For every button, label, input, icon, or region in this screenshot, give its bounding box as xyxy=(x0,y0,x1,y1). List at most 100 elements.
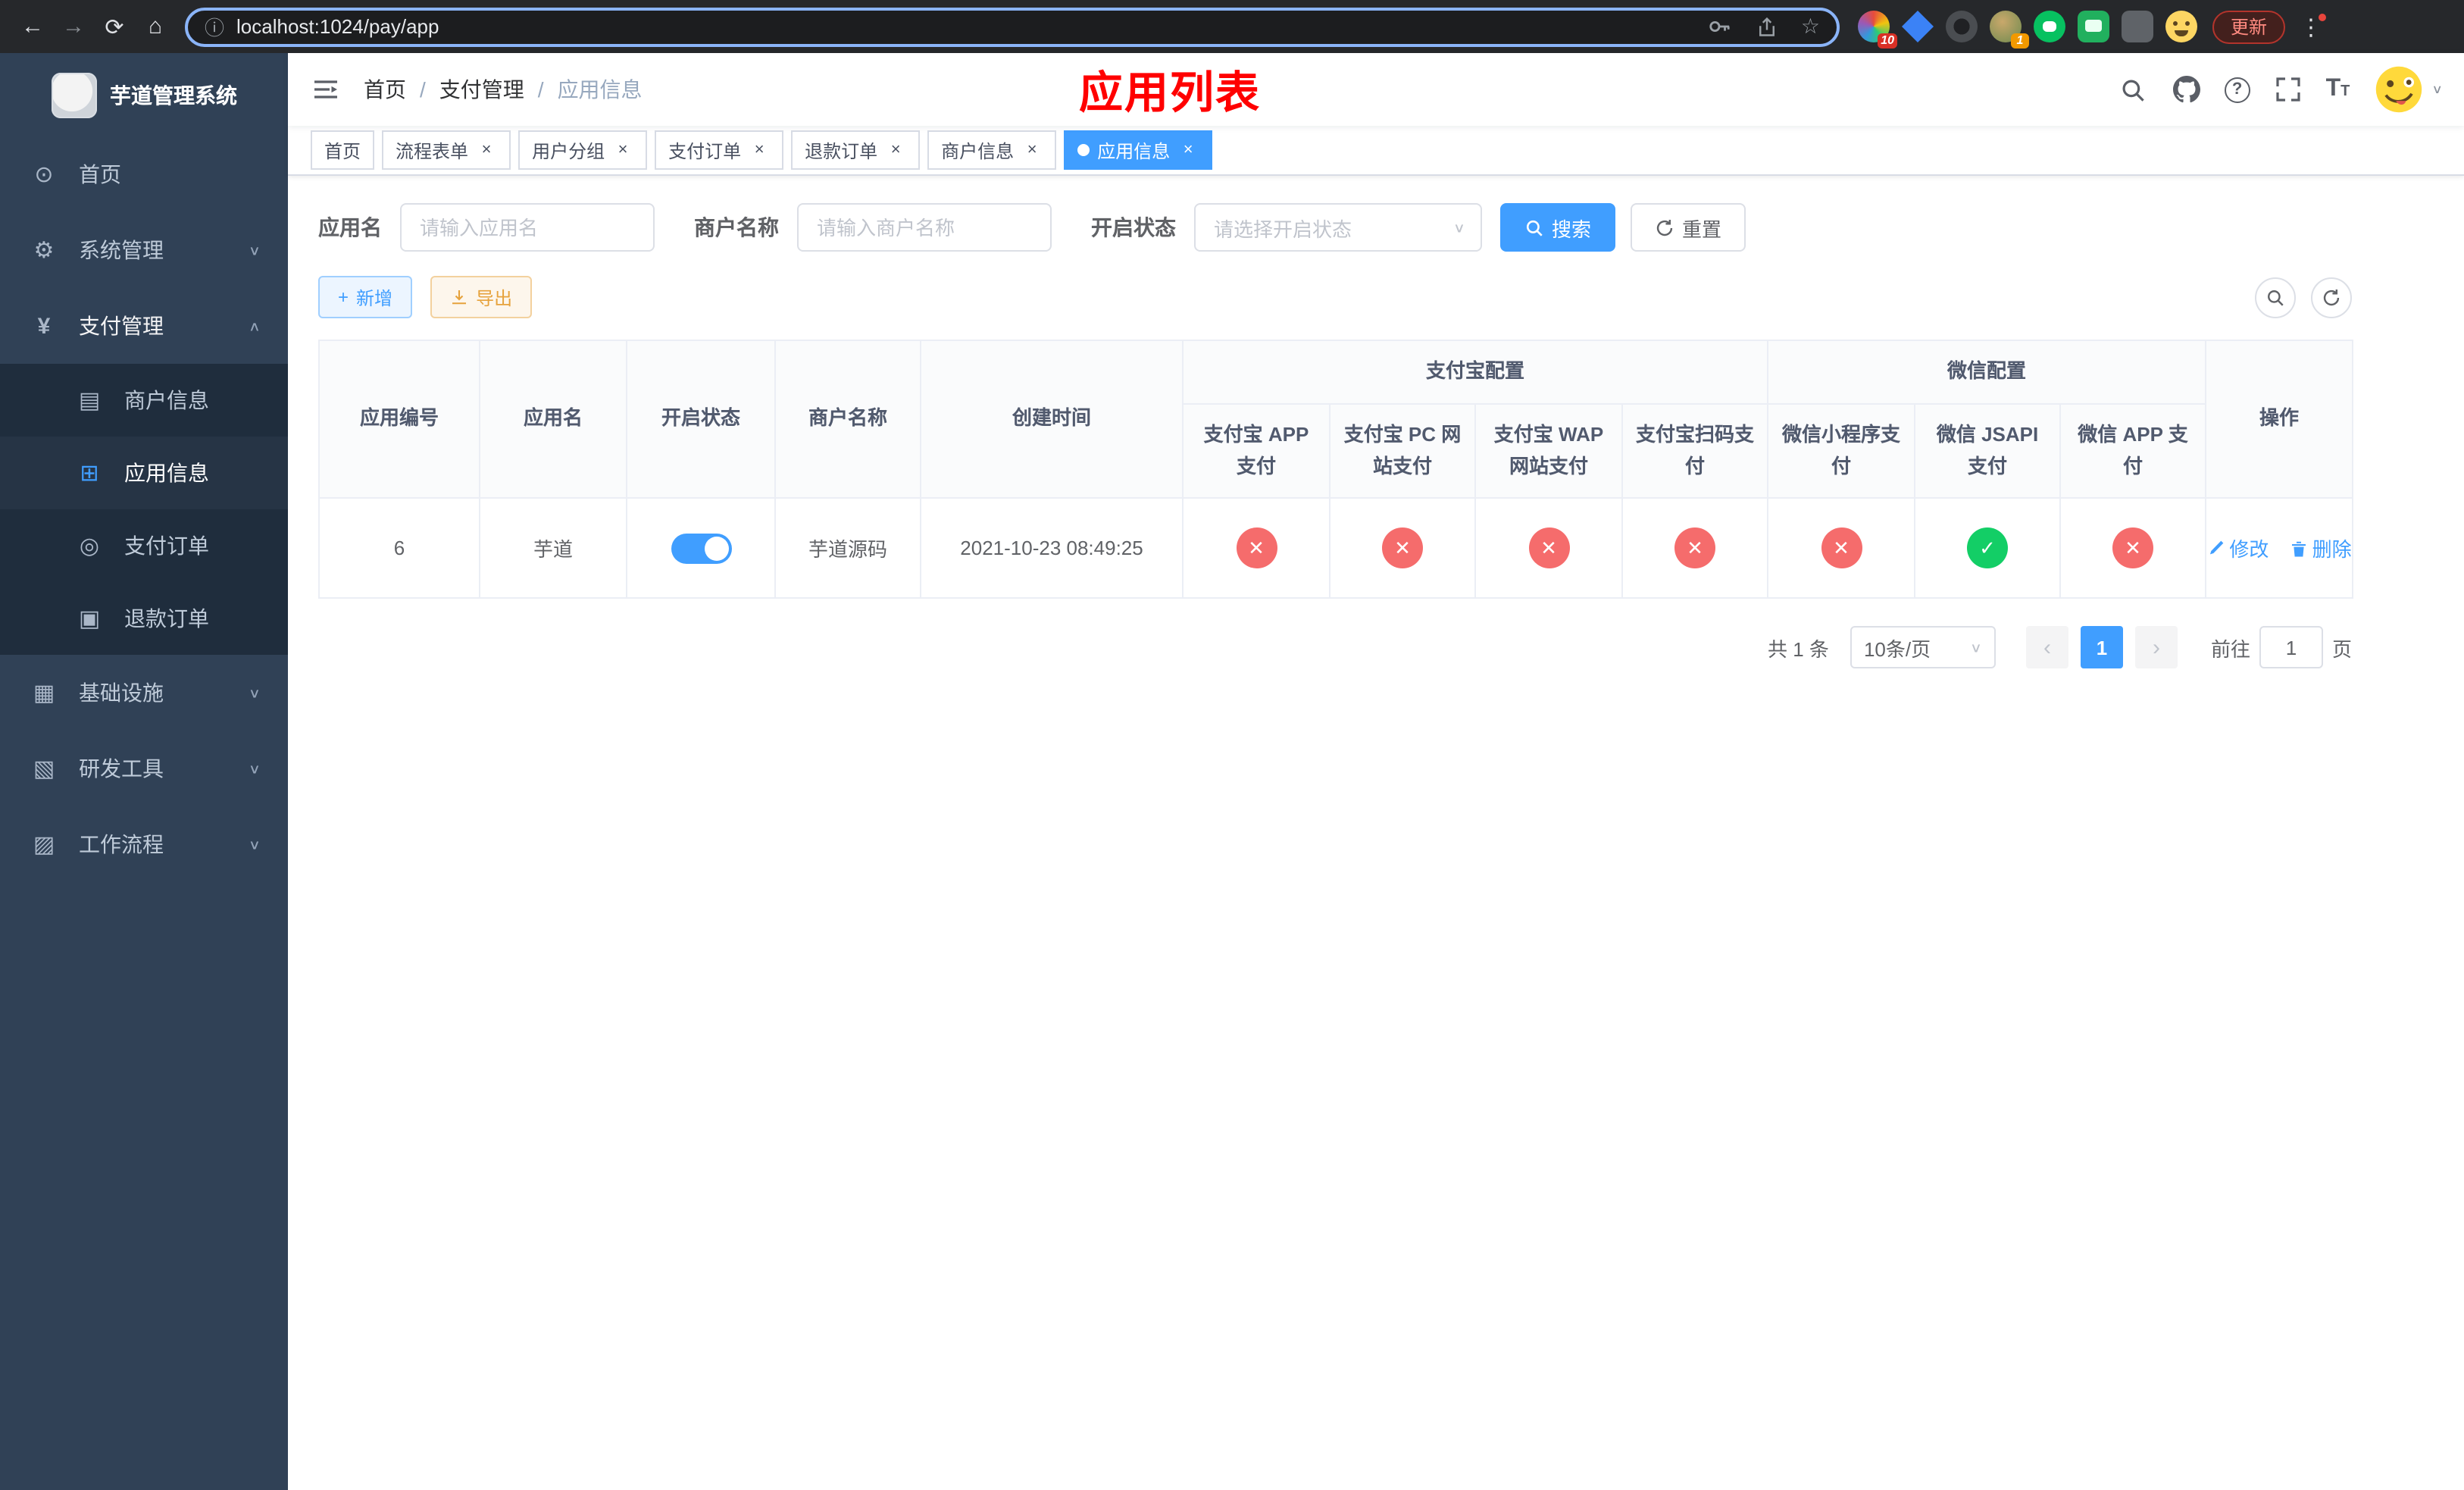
goto-suffix: 页 xyxy=(2331,637,2352,661)
tab-label: 用户分组 xyxy=(532,140,605,161)
tab-pay-orders[interactable]: 支付订单 × xyxy=(655,130,784,170)
caret-down-icon: ∨ xyxy=(2431,83,2443,96)
bookmark-star-icon[interactable]: ☆ xyxy=(1801,14,1820,39)
extension-dark-icon[interactable] xyxy=(1946,11,1978,42)
goto-page-input[interactable] xyxy=(2259,626,2323,669)
search-button[interactable]: 搜索 xyxy=(1500,203,1616,252)
extension-chat-icon[interactable] xyxy=(2078,11,2109,42)
address-bar[interactable]: ⓘ localhost:1024/pay/app ☆ xyxy=(185,7,1840,46)
tab-merchant-info[interactable]: 商户信息 × xyxy=(927,130,1057,170)
sidebar-item-label: 首页 xyxy=(79,162,121,186)
prev-page-button[interactable]: ‹ xyxy=(2025,626,2068,669)
col-header-wx-mini: 微信小程序支付 xyxy=(1767,402,1916,499)
sidebar-item-refund-orders[interactable]: ▣ 退款订单 xyxy=(0,582,288,655)
search-icon[interactable] xyxy=(2118,74,2149,105)
next-page-button[interactable]: › xyxy=(2134,626,2178,669)
tab-label: 应用信息 xyxy=(1097,140,1171,161)
sidebar-item-label: 研发工具 xyxy=(79,756,164,781)
app-logo-row[interactable]: 芋道管理系统 xyxy=(0,53,288,136)
sidebar-item-label: 基础设施 xyxy=(79,681,164,705)
col-header-actions: 操作 xyxy=(2205,339,2354,499)
channel-status-icon: ✕ xyxy=(1382,527,1423,569)
status-toggle[interactable] xyxy=(671,533,731,564)
extension-avatar-icon[interactable]: 1 xyxy=(1990,11,2029,49)
extension-gem-icon[interactable] xyxy=(1902,11,1934,42)
browser-back-icon[interactable]: ← xyxy=(12,6,53,47)
sidebar-item-workflow[interactable]: ▨ 工作流程 ∨ xyxy=(0,806,288,882)
sidebar-item-label: 系统管理 xyxy=(79,238,164,262)
active-dot xyxy=(1077,144,1090,156)
extension-wechat-icon[interactable] xyxy=(2034,11,2065,42)
password-key-icon[interactable] xyxy=(1704,11,1734,42)
add-button[interactable]: + 新增 xyxy=(318,276,413,318)
close-icon[interactable]: × xyxy=(1177,139,1199,161)
tab-home[interactable]: 首页 xyxy=(311,130,375,170)
close-icon[interactable]: × xyxy=(885,139,906,161)
chevron-up-icon: ∧ xyxy=(248,319,261,334)
page-size-select[interactable]: 10条/页 ∨ xyxy=(1850,626,1996,669)
filter-form: 应用名 商户名称 开启状态 请选择开启状态 ∨ 搜索 重置 xyxy=(318,203,2434,252)
sidebar-item-system[interactable]: ⚙ 系统管理 ∨ xyxy=(0,212,288,288)
sidebar-item-pay-orders[interactable]: ◎ 支付订单 xyxy=(0,509,288,582)
breadcrumb-current: 应用信息 xyxy=(557,77,643,102)
reset-button[interactable]: 重置 xyxy=(1631,203,1746,252)
status-select[interactable]: 请选择开启状态 ∨ xyxy=(1194,203,1482,252)
close-icon[interactable]: × xyxy=(749,139,770,161)
breadcrumb-home[interactable]: 首页 xyxy=(364,74,406,105)
close-icon[interactable]: × xyxy=(476,139,497,161)
sidebar-item-home[interactable]: ⊙ 首页 xyxy=(0,136,288,212)
sidebar-item-label: 退款订单 xyxy=(124,606,209,631)
sidebar-item-label: 支付管理 xyxy=(79,314,164,338)
top-navbar: 首页 / 支付管理 / 应用信息 应用列表 ? TT ∨ xyxy=(288,53,2464,126)
help-icon[interactable]: ? xyxy=(2224,77,2250,102)
tab-user-group[interactable]: 用户分组 × xyxy=(518,130,648,170)
cell-status xyxy=(626,497,776,599)
user-avatar-menu[interactable]: ∨ xyxy=(2372,64,2443,115)
merchant-name-input[interactable] xyxy=(797,203,1052,252)
col-header-created: 创建时间 xyxy=(920,339,1184,499)
col-header-id: 应用编号 xyxy=(318,339,480,499)
share-icon[interactable] xyxy=(1753,11,1783,42)
browser-profile-avatar[interactable] xyxy=(2165,11,2197,42)
yen-icon: ¥ xyxy=(37,313,51,339)
toggle-search-button[interactable] xyxy=(2255,277,2296,318)
grid-icon: ⊞ xyxy=(80,461,99,487)
app-name-input[interactable] xyxy=(400,203,655,252)
sidebar-item-merchant-info[interactable]: ▤ 商户信息 xyxy=(0,364,288,437)
site-info-icon[interactable]: ⓘ xyxy=(205,12,224,41)
page-1-button[interactable]: 1 xyxy=(2080,626,2123,669)
breadcrumb-payment[interactable]: 支付管理 xyxy=(439,74,524,105)
sidebar-item-app-info[interactable]: ⊞ 应用信息 xyxy=(0,437,288,509)
github-icon[interactable] xyxy=(2172,74,2202,105)
sidebar-item-devtools[interactable]: ▧ 研发工具 ∨ xyxy=(0,731,288,806)
tab-refund-orders[interactable]: 退款订单 × xyxy=(791,130,921,170)
extension-plugin-icon[interactable] xyxy=(2122,11,2153,42)
close-icon[interactable]: × xyxy=(612,139,633,161)
browser-home-icon[interactable]: ⌂ xyxy=(135,6,176,47)
browser-forward-icon[interactable]: → xyxy=(53,6,94,47)
sidebar-item-payment[interactable]: ¥ 支付管理 ∧ xyxy=(0,288,288,364)
export-button[interactable]: 导出 xyxy=(430,276,533,318)
fullscreen-icon[interactable] xyxy=(2273,74,2303,105)
close-icon[interactable]: × xyxy=(1021,139,1043,161)
sidebar-item-infra[interactable]: ▦ 基础设施 ∨ xyxy=(0,655,288,731)
delete-link[interactable]: 删除 xyxy=(2290,534,2352,563)
cell-name: 芋道 xyxy=(479,497,627,599)
page-content: 应用名 商户名称 开启状态 请选择开启状态 ∨ 搜索 重置 xyxy=(288,176,2464,1490)
group-header-alipay: 支付宝配置 xyxy=(1181,340,1769,405)
tags-view: 首页 流程表单 × 用户分组 × 支付订单 × 退款订单 × 商户信息 × 应用… xyxy=(288,126,2464,176)
refresh-table-button[interactable] xyxy=(2311,277,2352,318)
edit-link[interactable]: 修改 xyxy=(2206,534,2269,563)
hamburger-icon[interactable] xyxy=(288,74,364,105)
font-size-icon[interactable]: TT xyxy=(2326,77,2350,102)
document-icon: ▣ xyxy=(78,606,101,632)
extension-badge: 1 xyxy=(2011,33,2029,49)
page-size-value: 10条/页 xyxy=(1863,637,1931,661)
browser-reload-icon[interactable]: ⟳ xyxy=(94,6,135,47)
browser-menu-icon[interactable]: ⋮ xyxy=(2294,13,2328,40)
tab-process-form[interactable]: 流程表单 × xyxy=(382,130,511,170)
extension-pinned-icon[interactable]: 10 xyxy=(1858,11,1897,49)
tab-app-info[interactable]: 应用信息 × xyxy=(1064,130,1213,170)
browser-update-button[interactable]: 更新 xyxy=(2212,10,2286,43)
browser-toolbar: ← → ⟳ ⌂ ⓘ localhost:1024/pay/app ☆ 10 1 xyxy=(0,0,2464,53)
